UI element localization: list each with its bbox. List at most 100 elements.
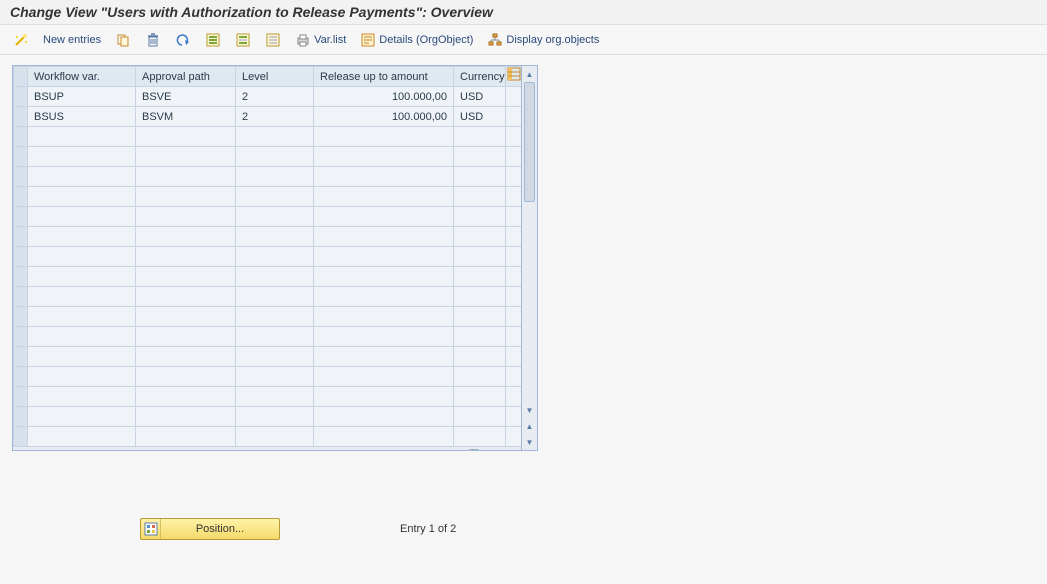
cell-level[interactable]	[236, 367, 314, 387]
cell-workflow-var[interactable]	[28, 267, 136, 287]
cell-approval-path[interactable]	[136, 247, 236, 267]
row-selector[interactable]	[14, 267, 28, 287]
deselect-all-button[interactable]	[260, 29, 286, 51]
table-row[interactable]	[14, 247, 522, 267]
cell-level[interactable]	[236, 247, 314, 267]
cell-approval-path[interactable]	[136, 207, 236, 227]
cell-currency[interactable]	[454, 127, 506, 147]
row-selector[interactable]	[14, 227, 28, 247]
cell-approval-path[interactable]	[136, 327, 236, 347]
cell-workflow-var[interactable]	[28, 207, 136, 227]
cell-level[interactable]	[236, 207, 314, 227]
cell-currency[interactable]	[454, 207, 506, 227]
print-button[interactable]: Var.list	[290, 29, 351, 51]
cell-release-amount[interactable]	[314, 267, 454, 287]
cell-currency[interactable]	[454, 427, 506, 447]
row-selector[interactable]	[14, 287, 28, 307]
cell-approval-path[interactable]: BSVE	[136, 87, 236, 107]
cell-currency[interactable]	[454, 407, 506, 427]
cell-level[interactable]	[236, 327, 314, 347]
cell-level[interactable]	[236, 187, 314, 207]
cell-spacer[interactable]	[506, 367, 522, 387]
cell-level[interactable]	[236, 427, 314, 447]
table-row[interactable]	[14, 427, 522, 447]
table-row[interactable]	[14, 307, 522, 327]
select-block-button[interactable]	[230, 29, 256, 51]
copy-button[interactable]	[110, 29, 136, 51]
cell-release-amount[interactable]	[314, 427, 454, 447]
cell-workflow-var[interactable]	[28, 187, 136, 207]
table-row[interactable]	[14, 167, 522, 187]
undo-button[interactable]	[170, 29, 196, 51]
col-currency[interactable]: Currency	[454, 67, 506, 87]
cell-currency[interactable]	[454, 387, 506, 407]
display-org-button[interactable]: Display org.objects	[482, 29, 604, 51]
cell-spacer[interactable]	[506, 147, 522, 167]
cell-approval-path[interactable]	[136, 187, 236, 207]
cell-workflow-var[interactable]	[28, 227, 136, 247]
cell-workflow-var[interactable]	[28, 247, 136, 267]
cell-release-amount[interactable]	[314, 187, 454, 207]
row-selector[interactable]	[14, 367, 28, 387]
cell-approval-path[interactable]	[136, 147, 236, 167]
cell-spacer[interactable]	[506, 287, 522, 307]
data-table[interactable]: Workflow var. Approval path Level Releas…	[13, 66, 521, 447]
scroll-up-icon[interactable]: ▲	[523, 67, 537, 81]
row-selector-header[interactable]	[14, 67, 28, 87]
cell-approval-path[interactable]	[136, 167, 236, 187]
cell-spacer[interactable]	[506, 327, 522, 347]
table-row[interactable]	[14, 327, 522, 347]
cell-release-amount[interactable]	[314, 387, 454, 407]
delete-button[interactable]	[140, 29, 166, 51]
scroll-track[interactable]	[522, 82, 537, 402]
cell-release-amount[interactable]	[314, 287, 454, 307]
cell-currency[interactable]	[454, 167, 506, 187]
table-row[interactable]	[14, 227, 522, 247]
cell-approval-path[interactable]	[136, 227, 236, 247]
cell-release-amount[interactable]	[314, 327, 454, 347]
cell-spacer[interactable]	[506, 87, 522, 107]
cell-workflow-var[interactable]: BSUS	[28, 107, 136, 127]
cell-approval-path[interactable]	[136, 367, 236, 387]
cell-release-amount[interactable]: 100.000,00	[314, 107, 454, 127]
table-row[interactable]	[14, 147, 522, 167]
cell-workflow-var[interactable]: BSUP	[28, 87, 136, 107]
cell-workflow-var[interactable]	[28, 167, 136, 187]
row-selector[interactable]	[14, 307, 28, 327]
row-selector[interactable]	[14, 207, 28, 227]
cell-currency[interactable]	[454, 307, 506, 327]
cell-level[interactable]	[236, 287, 314, 307]
cell-spacer[interactable]	[506, 427, 522, 447]
scroll-down-icon[interactable]: ▼	[523, 403, 537, 417]
cell-spacer[interactable]	[506, 167, 522, 187]
scroll-thumb[interactable]	[524, 82, 535, 202]
col-release-amount[interactable]: Release up to amount	[314, 67, 454, 87]
cell-currency[interactable]	[454, 267, 506, 287]
cell-approval-path[interactable]	[136, 287, 236, 307]
cell-currency[interactable]	[454, 287, 506, 307]
cell-release-amount[interactable]	[314, 167, 454, 187]
details-button[interactable]: Details (OrgObject)	[355, 29, 478, 51]
col-workflow-var[interactable]: Workflow var.	[28, 67, 136, 87]
cell-spacer[interactable]	[506, 407, 522, 427]
cell-level[interactable]	[236, 167, 314, 187]
cell-spacer[interactable]	[506, 247, 522, 267]
col-level[interactable]: Level	[236, 67, 314, 87]
cell-spacer[interactable]	[506, 127, 522, 147]
cell-approval-path[interactable]	[136, 387, 236, 407]
row-selector[interactable]	[14, 387, 28, 407]
cell-approval-path[interactable]	[136, 267, 236, 287]
select-all-button[interactable]	[200, 29, 226, 51]
cell-spacer[interactable]	[506, 207, 522, 227]
cell-release-amount[interactable]	[314, 127, 454, 147]
table-row[interactable]: BSUSBSVM2100.000,00USD	[14, 107, 522, 127]
hscroll-right-icon[interactable]: ►	[503, 447, 517, 450]
cell-spacer[interactable]	[506, 107, 522, 127]
cell-currency[interactable]	[454, 247, 506, 267]
cell-workflow-var[interactable]	[28, 147, 136, 167]
table-row[interactable]	[14, 207, 522, 227]
cell-release-amount[interactable]	[314, 367, 454, 387]
cell-workflow-var[interactable]	[28, 127, 136, 147]
cell-approval-path[interactable]	[136, 127, 236, 147]
cell-release-amount[interactable]	[314, 207, 454, 227]
